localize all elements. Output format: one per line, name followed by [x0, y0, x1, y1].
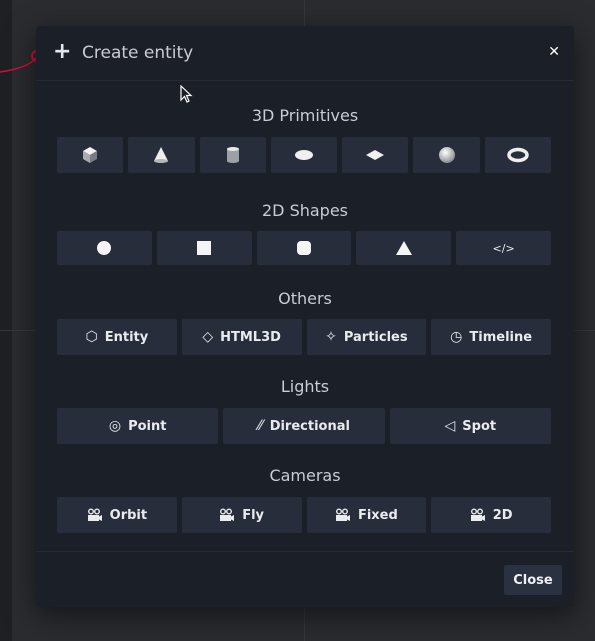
plane-icon [366, 150, 385, 160]
diamond-icon: ◇ [202, 329, 214, 345]
particles-icon: ✧ [325, 329, 337, 345]
left-panel-edge [0, 0, 12, 641]
add-html-shape-button[interactable]: </> [456, 231, 551, 265]
camera-icon [470, 508, 486, 522]
section-title-3d-primitives: 3D Primitives [251, 106, 359, 125]
add-fly-camera-button[interactable]: Fly [181, 497, 302, 533]
camera-icon [219, 508, 235, 522]
circle-icon [97, 241, 112, 255]
add-entity-button[interactable]: ⬡ Entity [57, 319, 177, 355]
hexagon-icon: ⬡ [85, 329, 98, 345]
add-cube-button[interactable] [57, 137, 124, 173]
cone-icon [154, 147, 169, 163]
add-square-button[interactable] [156, 231, 252, 265]
add-orbit-camera-button[interactable]: Orbit [57, 497, 177, 533]
square-icon [197, 241, 212, 255]
code-icon: </> [492, 241, 515, 255]
rounded-square-icon [296, 241, 311, 255]
add-torus-button[interactable] [484, 137, 551, 173]
button-label: Entity [104, 329, 149, 345]
lights-row: ◎ Point ⁄⁄ Directional ◁ Spot [57, 408, 551, 444]
add-timeline-button[interactable]: ◷ Timeline [431, 319, 551, 355]
button-label: Fixed [357, 507, 398, 523]
add-plane-button[interactable] [342, 137, 409, 173]
cylinder-icon [226, 147, 239, 163]
close-button[interactable]: Close [504, 565, 562, 595]
cube-icon [83, 147, 98, 163]
spot-light-icon: ◁ [444, 418, 456, 434]
add-fixed-camera-button[interactable]: Fixed [306, 497, 427, 533]
camera-icon [335, 508, 351, 522]
button-label: Spot [462, 418, 497, 434]
button-label: Directional [269, 418, 350, 434]
ellipse-icon [294, 150, 313, 160]
torus-icon [507, 147, 529, 163]
triangle-icon [395, 241, 412, 255]
button-label: Particles [343, 329, 408, 345]
button-label: Timeline [469, 329, 533, 345]
add-cylinder-button[interactable] [199, 137, 266, 173]
section-title-cameras: Cameras [269, 466, 341, 485]
add-cone-button[interactable] [128, 137, 195, 173]
dialog-header: + Create entity ✕ [36, 26, 574, 81]
dialog-footer: Close [36, 551, 574, 607]
add-rounded-square-button[interactable] [256, 231, 352, 265]
button-label: Orbit [109, 507, 148, 523]
add-sphere-button[interactable] [413, 137, 480, 173]
button-label: Fly [242, 507, 265, 523]
timer-icon: ◷ [450, 329, 463, 345]
add-point-light-button[interactable]: ◎ Point [57, 408, 219, 444]
add-html3d-button[interactable]: ◇ HTML3D [181, 319, 302, 355]
add-triangle-button[interactable] [356, 231, 452, 265]
cameras-row: Orbit Fly Fixed 2D [57, 497, 551, 533]
mouse-cursor-icon [180, 85, 193, 103]
camera-icon [87, 508, 103, 522]
close-icon[interactable]: ✕ [548, 43, 560, 61]
shapes-row: </> [57, 231, 551, 265]
primitives-row [57, 137, 551, 173]
add-circle-button[interactable] [57, 231, 152, 265]
add-particles-button[interactable]: ✧ Particles [306, 319, 427, 355]
add-2d-camera-button[interactable]: 2D [431, 497, 551, 533]
plus-icon: + [53, 39, 72, 64]
create-entity-dialog: + Create entity ✕ 3D Primitives 2D Shape… [36, 26, 574, 607]
section-title-2d-shapes: 2D Shapes [261, 201, 349, 220]
dialog-title: Create entity [82, 43, 194, 63]
target-icon: ◎ [108, 418, 122, 434]
button-label: 2D [492, 507, 513, 523]
others-row: ⬡ Entity ◇ HTML3D ✧ Particles ◷ Timeline [57, 319, 551, 355]
directional-light-icon: ⁄⁄ [258, 418, 263, 434]
section-title-lights: Lights [280, 377, 330, 396]
add-spot-light-button[interactable]: ◁ Spot [389, 408, 551, 444]
button-label: HTML3D [220, 329, 281, 345]
add-directional-light-button[interactable]: ⁄⁄ Directional [223, 408, 385, 444]
button-label: Point [128, 418, 167, 434]
add-ellipse-button[interactable] [270, 137, 338, 173]
section-title-others: Others [278, 289, 332, 308]
sphere-icon [438, 147, 455, 163]
